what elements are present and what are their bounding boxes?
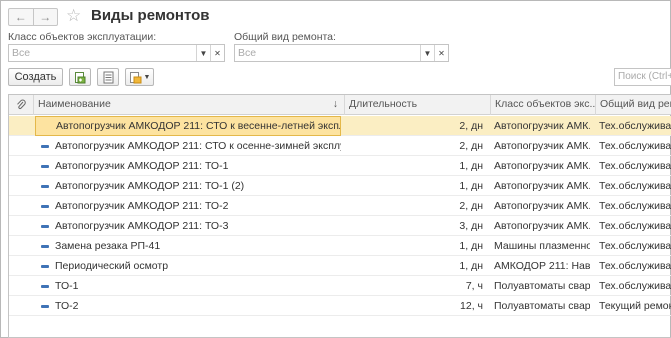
clear-icon[interactable]: ✕	[434, 45, 448, 61]
object-class-label: Класс объектов эксплуатации:	[8, 31, 157, 43]
cell-name: Автопогрузчик АМКОДОР 211: ТО-1	[55, 160, 229, 172]
print-menu-button[interactable]: ▼	[125, 68, 154, 86]
list-button[interactable]	[97, 68, 119, 86]
column-header-object-class[interactable]: Класс объектов экс...	[490, 95, 595, 115]
table-row[interactable]: Замена резака РП-41 1, дн Машины плазменно…	[9, 236, 671, 256]
table-row[interactable]: Автопогрузчик АМКОДОР 211: ТО-1 (2) 1, дн…	[9, 176, 671, 196]
cell-name: Замена резака РП-41	[55, 240, 161, 252]
page-title: Виды ремонтов	[91, 7, 210, 24]
column-header-repair-type[interactable]: Общий вид рем...	[595, 95, 671, 115]
table-header: Наименование ↓ Длительность Класс объект…	[9, 95, 671, 115]
cell-name: Автопогрузчик АМКОДОР 211: СТО к осенне-…	[55, 140, 341, 152]
table-row[interactable]: Периодический осмотр 1, дн АМКОДОР 211: На…	[9, 256, 671, 276]
star-icon[interactable]: ☆	[66, 6, 81, 26]
column-header-name[interactable]: Наименование ↓	[33, 95, 344, 115]
table-row[interactable]: Автопогрузчик АМКОДОР 211: ТО-2 2, дн Авто…	[9, 196, 671, 216]
cell-object-class: АМКОДОР 211: Нав...	[494, 260, 590, 272]
report-icon	[129, 71, 142, 83]
sort-down-arrow-icon: ↓	[332, 98, 338, 110]
cell-repair-type: Тех.обслуживание	[599, 220, 671, 232]
cell-name: ТО-1	[55, 280, 79, 292]
cell-duration: 2, дн	[459, 120, 483, 132]
cell-repair-type: Тех.обслуживание	[599, 140, 671, 152]
cell-duration: 7, ч	[465, 280, 483, 292]
cell-repair-type: Тех.обслуживание	[599, 260, 671, 272]
navigation-buttons: ← →	[8, 8, 58, 26]
create-button[interactable]: Создать	[8, 68, 63, 86]
cell-repair-type: Текущий ремонт	[599, 300, 671, 312]
cell-repair-type: Тех.обслуживание	[599, 240, 671, 252]
table-row[interactable]: Автопогрузчик АМКОДОР 211: ТО-3 3, дн Авто…	[9, 216, 671, 236]
dropdown-icon[interactable]: ▼	[196, 45, 210, 61]
cell-object-class: Автопогрузчик АМК...	[494, 200, 590, 212]
cell-name: Автопогрузчик АМКОДОР 211: ТО-1 (2)	[55, 180, 245, 192]
table-row[interactable]: Автопогрузчик АМКОДОР 211: СТО к осенне-…	[9, 136, 671, 156]
cell-object-class: Автопогрузчик АМК...	[494, 220, 590, 232]
repair-type-value[interactable]: Все	[235, 45, 420, 61]
cell-duration: 2, дн	[459, 200, 483, 212]
search-input[interactable]: Поиск (Ctrl+F)	[614, 68, 671, 86]
arrow-left-icon[interactable]: ←	[9, 9, 33, 25]
cell-object-class: Полуавтоматы свар...	[494, 300, 590, 312]
repair-types-table: Наименование ↓ Длительность Класс объект…	[8, 94, 671, 338]
cell-repair-type: Тех.обслуживание	[599, 180, 671, 192]
cell-object-class: Полуавтоматы свар...	[494, 280, 590, 292]
cell-duration: 1, дн	[459, 180, 483, 192]
cell-repair-type: Тех.обслуживание	[599, 200, 671, 212]
arrow-right-icon[interactable]: →	[32, 9, 58, 25]
cell-duration: 12, ч	[460, 300, 483, 312]
cell-object-class: Автопогрузчик АМК...	[494, 180, 590, 192]
cell-name: ТО-2	[55, 300, 79, 312]
cell-object-class: Машины плазменно...	[494, 240, 590, 252]
attachment-icon[interactable]	[9, 95, 33, 115]
repair-type-label: Общий вид ремонта:	[234, 31, 336, 43]
object-class-field[interactable]: Все ▼ ✕	[8, 44, 225, 62]
table-row[interactable]: Автопогрузчик АМКОДОР 211: СТО к весенне…	[9, 116, 671, 136]
cell-name: Периодический осмотр	[55, 260, 169, 272]
table-row[interactable]: ТО-2 12, ч Полуавтоматы свар... Текущий рем…	[9, 296, 671, 316]
cell-name: Автопогрузчик АМКОДОР 211: ТО-3	[55, 220, 229, 232]
copy-icon	[74, 71, 85, 83]
cell-object-class: Автопогрузчик АМК...	[494, 120, 590, 132]
copy-button[interactable]	[69, 68, 91, 86]
repair-type-field[interactable]: Все ▼ ✕	[234, 44, 449, 62]
cell-object-class: Автопогрузчик АМК...	[494, 160, 590, 172]
cell-object-class: Автопогрузчик АМК...	[494, 140, 590, 152]
table-row[interactable]: Автопогрузчик АМКОДОР 211: ТО-1 1, дн Авто…	[9, 156, 671, 176]
chevron-down-icon: ▼	[143, 73, 151, 81]
cell-duration: 1, дн	[459, 160, 483, 172]
cell-repair-type: Тех.обслуживание	[599, 160, 671, 172]
cell-duration: 2, дн	[459, 140, 483, 152]
cell-duration: 1, дн	[459, 260, 483, 272]
cell-duration: 1, дн	[459, 240, 483, 252]
cell-name: Автопогрузчик АМКОДОР 211: ТО-2	[55, 200, 229, 212]
cell-repair-type: Тех.обслуживание	[599, 120, 671, 132]
cell-duration: 3, дн	[459, 220, 483, 232]
cell-name: Автопогрузчик АМКОДОР 211: СТО к весенне…	[35, 116, 341, 136]
column-header-duration[interactable]: Длительность	[344, 95, 490, 115]
table-row[interactable]: ТО-1 7, ч Полуавтоматы свар... Тех.обслужив…	[9, 276, 671, 296]
cell-repair-type: Тех.обслуживание	[599, 280, 671, 292]
clear-icon[interactable]: ✕	[210, 45, 224, 61]
dropdown-icon[interactable]: ▼	[420, 45, 434, 61]
object-class-value[interactable]: Все	[9, 45, 196, 61]
list-icon	[103, 71, 113, 83]
